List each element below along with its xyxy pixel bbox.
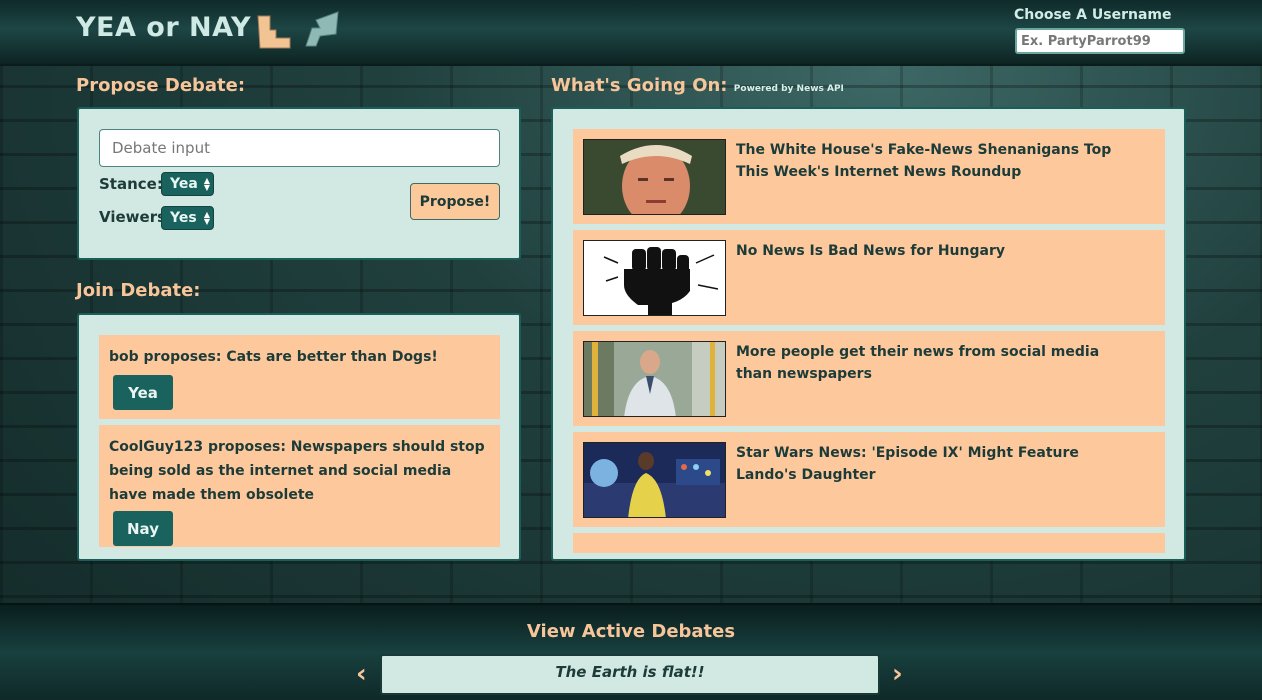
powered-by-label[interactable]: Powered by News API <box>734 84 844 94</box>
thumbs-logo-icon <box>257 11 339 49</box>
app-logo[interactable]: YEA or NAY <box>76 12 251 43</box>
news-title: What's Going On: Powered by News API <box>551 75 844 96</box>
viewers-select-value: Yes <box>170 210 197 226</box>
news-panel[interactable]: The White House's Fake-News Shenanigans … <box>551 107 1186 561</box>
join-debate-title: Join Debate: <box>76 280 201 301</box>
debate-card-text: bob proposes: Cats are better than Dogs! <box>109 349 438 365</box>
news-title-text: What's Going On: <box>551 75 728 96</box>
propose-button[interactable]: Propose! <box>410 183 500 220</box>
news-item[interactable]: More people get their news from social m… <box>573 331 1165 426</box>
join-nay-button[interactable]: Nay <box>113 511 173 546</box>
debate-card: bob proposes: Cats are better than Dogs!… <box>99 335 500 419</box>
stance-select[interactable]: Yea ▲ ▼ <box>161 172 214 196</box>
active-debates-title: View Active Debates <box>526 621 736 642</box>
news-item-title: More people get their news from social m… <box>736 344 1100 382</box>
active-debate-card[interactable]: The Earth is flat!! <box>380 654 880 695</box>
next-arrow-icon[interactable]: › <box>892 659 903 689</box>
username-input[interactable] <box>1015 28 1185 54</box>
cockpit-photo-icon <box>584 443 725 517</box>
news-item-title: Star Wars News: 'Episode IX' Might Featu… <box>736 445 1079 483</box>
debate-card: CoolGuy123 proposes: Newspapers should s… <box>99 425 500 547</box>
top-header: YEA or NAY Choose A Username <box>0 0 1262 66</box>
propose-debate-title: Propose Debate: <box>76 75 246 96</box>
news-thumbnail <box>583 442 726 518</box>
select-arrows-icon: ▲ ▼ <box>203 210 210 226</box>
username-label: Choose A Username <box>1014 7 1172 23</box>
stance-select-value: Yea <box>170 176 198 192</box>
debate-input[interactable] <box>99 129 500 167</box>
news-thumbnail <box>583 341 726 417</box>
portrait-photo-icon <box>584 140 725 214</box>
news-item[interactable]: The White House's Fake-News Shenanigans … <box>573 129 1165 224</box>
debate-card-text: CoolGuy123 proposes: Newspapers should s… <box>109 439 485 503</box>
stance-label: Stance: <box>99 175 163 193</box>
news-item-title: No News Is Bad News for Hungary <box>736 243 1005 259</box>
active-debates-footer: View Active Debates ‹ The Earth is flat!… <box>0 603 1262 700</box>
join-yea-button[interactable]: Yea <box>113 375 173 410</box>
news-item[interactable]: No News Is Bad News for Hungary <box>573 230 1165 325</box>
bus-passenger-photo-icon <box>584 342 725 416</box>
viewers-select[interactable]: Yes ▲ ▼ <box>161 206 214 230</box>
fist-illustration-icon <box>584 241 725 315</box>
select-arrows-icon: ▲ ▼ <box>203 176 210 192</box>
prev-arrow-icon[interactable]: ‹ <box>356 659 367 689</box>
join-debate-panel: bob proposes: Cats are better than Dogs!… <box>77 313 521 561</box>
news-item-title: The White House's Fake-News Shenanigans … <box>736 142 1112 180</box>
news-item[interactable] <box>573 533 1165 553</box>
news-item[interactable]: Star Wars News: 'Episode IX' Might Featu… <box>573 432 1165 527</box>
news-thumbnail <box>583 139 726 215</box>
news-thumbnail <box>583 240 726 316</box>
propose-debate-panel: Stance: Yea ▲▼ Viewers: Yes ▲▼ Propose! <box>77 107 521 260</box>
